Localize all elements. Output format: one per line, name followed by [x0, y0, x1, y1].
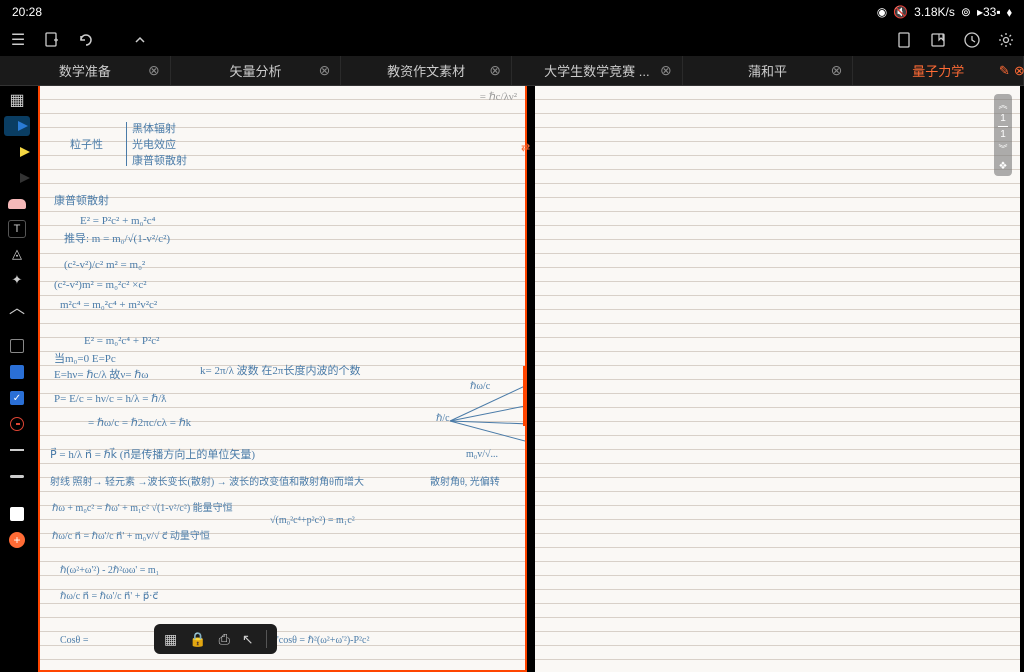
- stroke-thin[interactable]: [4, 440, 30, 460]
- ruled-lines: [535, 86, 1020, 672]
- add-tool-icon[interactable]: +: [4, 530, 30, 550]
- color-check[interactable]: ✓: [4, 388, 30, 408]
- tab-math-prep[interactable]: 数学准备 ⊗: [0, 56, 171, 85]
- pages-container: ⇄ = ℏc/λν² 粒子性 黑体辐射 光电效应 康普顿散射 康普顿散射 E² …: [34, 86, 1024, 672]
- edit-icon[interactable]: ✎: [999, 63, 1010, 79]
- wifi-icon: ⊚: [961, 5, 971, 19]
- color-outline[interactable]: [4, 336, 30, 356]
- collapse-icon[interactable]: [130, 30, 150, 50]
- page-scroll-indicator[interactable]: ︽ 1 1 ︾ ❖: [994, 94, 1012, 176]
- tab-quantum[interactable]: 量子力学 ✎ ⊗ ▤: [853, 56, 1024, 85]
- color-white[interactable]: [4, 504, 30, 524]
- page-divider-marker: [523, 366, 526, 426]
- text-tool-icon[interactable]: T: [8, 220, 26, 238]
- tab-label: 矢量分析: [230, 61, 282, 80]
- page-icon[interactable]: [894, 30, 914, 50]
- tab-bar: 数学准备 ⊗ 矢量分析 ⊗ 教资作文素材 ⊗ 大学生数学竞赛 ... ⊗ 蒲和平…: [0, 56, 1024, 86]
- scroll-down-icon[interactable]: ︾: [998, 142, 1007, 155]
- tab-competition[interactable]: 大学生数学竞赛 ... ⊗: [512, 56, 683, 85]
- main-area: ▦ T ◬ ✦ ︿ ✓ + ⇄: [0, 86, 1024, 672]
- stroke-med[interactable]: [4, 466, 30, 486]
- eye-icon: ◉: [877, 5, 887, 19]
- scroll-up-icon[interactable]: ︽: [998, 98, 1007, 111]
- tool-palette: ▦ T ◬ ✦ ︿ ✓ +: [0, 86, 34, 672]
- floating-toolbar[interactable]: ▦ 🔒 ⎙ ↖: [154, 624, 277, 654]
- status-time: 20:28: [12, 5, 42, 19]
- lock-icon[interactable]: 🔒: [189, 631, 206, 648]
- lasso-tool-icon[interactable]: ✦: [4, 270, 30, 290]
- pen-yellow-tool[interactable]: [4, 142, 30, 162]
- tab-label: 蒲和平: [748, 61, 787, 80]
- page-add-icon[interactable]: [42, 30, 62, 50]
- close-icon[interactable]: ⊗: [319, 62, 331, 79]
- tab-essay[interactable]: 教资作文素材 ⊗: [341, 56, 512, 85]
- tab-label: 数学准备: [59, 61, 111, 80]
- tab-puheping[interactable]: 蒲和平 ⊗: [683, 56, 854, 85]
- net-speed: 3.18K/s: [914, 5, 955, 19]
- app-toolbar: ☰: [0, 24, 1024, 56]
- layout-tool-icon[interactable]: ▦: [4, 90, 30, 110]
- grid-icon[interactable]: ▦: [164, 631, 177, 648]
- pen-black-tool[interactable]: [4, 168, 30, 188]
- shapes-tool-icon[interactable]: ◬: [4, 244, 30, 264]
- settings-icon[interactable]: [996, 30, 1016, 50]
- close-icon[interactable]: ⊗: [1014, 63, 1024, 79]
- undo-icon[interactable]: [76, 30, 96, 50]
- color-blue[interactable]: [4, 362, 30, 382]
- battery-indicator: ▸33▪: [977, 5, 1001, 19]
- collapse-tools-icon[interactable]: ︿: [4, 296, 30, 316]
- mute-icon: 🔇: [893, 5, 908, 19]
- close-icon[interactable]: ⊗: [489, 62, 501, 79]
- eraser-tool[interactable]: [4, 194, 30, 214]
- close-icon[interactable]: ⊗: [660, 62, 672, 79]
- pen-blue-tool[interactable]: [4, 116, 30, 136]
- total-pages: 1: [1000, 129, 1006, 140]
- history-icon[interactable]: [962, 30, 982, 50]
- note-page-left[interactable]: = ℏc/λν² 粒子性 黑体辐射 光电效应 康普顿散射 康普顿散射 E² = …: [38, 86, 527, 672]
- pointer-icon[interactable]: ↖: [242, 631, 254, 648]
- sync-icon[interactable]: ⇄: [521, 141, 530, 154]
- tab-label: 教资作文素材: [387, 61, 465, 80]
- tab-vector[interactable]: 矢量分析 ⊗: [171, 56, 342, 85]
- save-icon[interactable]: ⎙: [219, 631, 230, 648]
- bookmark-icon[interactable]: [928, 30, 948, 50]
- charge-icon: ⬧: [1007, 5, 1012, 20]
- note-page-right[interactable]: ︽ 1 1 ︾ ❖: [535, 86, 1020, 672]
- tab-label: 量子力学: [912, 61, 964, 80]
- close-icon[interactable]: ⊗: [148, 62, 160, 79]
- tab-label: 大学生数学竞赛 ...: [544, 61, 649, 80]
- toolbar-divider: [266, 630, 267, 648]
- current-page: 1: [1000, 113, 1006, 124]
- close-icon[interactable]: ⊗: [831, 62, 843, 79]
- layers-icon[interactable]: ❖: [999, 161, 1008, 172]
- color-red-ring[interactable]: [4, 414, 30, 434]
- handwritten-content: = ℏc/λν² 粒子性 黑体辐射 光电效应 康普顿散射 康普顿散射 E² = …: [40, 86, 525, 670]
- status-bar: 20:28 ◉ 🔇 3.18K/s ⊚ ▸33▪ ⬧: [0, 0, 1024, 24]
- menu-icon[interactable]: ☰: [8, 30, 28, 50]
